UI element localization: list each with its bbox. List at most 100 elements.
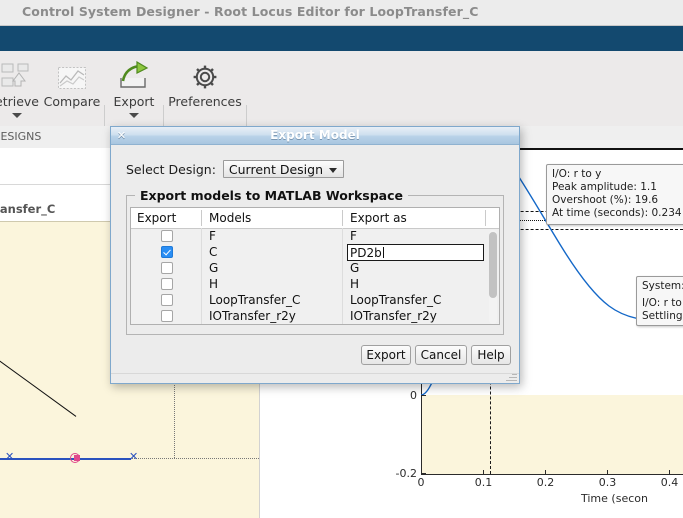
dialog-footer-divider bbox=[111, 373, 519, 374]
x-tick-label-0.3: 0.3 bbox=[598, 476, 617, 489]
table-row[interactable]: G G bbox=[131, 261, 499, 277]
root-locus-gain-square[interactable] bbox=[74, 455, 80, 461]
export-arrow-icon bbox=[118, 51, 150, 93]
chevron-down-icon-export[interactable] bbox=[129, 113, 139, 118]
table-column-divider-2 bbox=[342, 228, 343, 324]
x-tick-label-0.4: 0.4 bbox=[660, 476, 679, 489]
export-models-legend: Export models to MATLAB Workspace bbox=[135, 188, 408, 203]
header-divider-2 bbox=[342, 210, 343, 226]
x-tick-mark-0.3 bbox=[607, 470, 608, 475]
peak-response-datatip[interactable]: I/O: r to y Peak amplitude: 1.1 Overshoo… bbox=[546, 164, 683, 225]
table-row[interactable]: LoopTransfer_C LoopTransfer_C bbox=[131, 293, 499, 309]
root-locus-damping-line bbox=[0, 336, 77, 417]
toolbar-label-preferences: Preferences bbox=[168, 94, 242, 109]
gear-icon bbox=[191, 51, 219, 93]
datatip2-line3: Settling ti bbox=[642, 310, 683, 322]
export-as-text-value: PD2b bbox=[350, 245, 382, 260]
text-cursor bbox=[382, 247, 384, 258]
export-checkbox-F[interactable] bbox=[161, 230, 173, 242]
row-export-as[interactable]: F bbox=[350, 229, 357, 243]
column-header-models: Models bbox=[209, 211, 252, 225]
header-divider-1 bbox=[201, 210, 202, 226]
help-button-label: Help bbox=[477, 348, 505, 362]
select-design-value: Current Design bbox=[228, 161, 323, 177]
row-checkbox-cell bbox=[161, 246, 173, 258]
column-header-export: Export bbox=[137, 211, 177, 225]
toolbar-label-retrieve: etrieve bbox=[0, 94, 39, 109]
row-model-name: H bbox=[209, 277, 219, 291]
x-tick-label-0.1: 0.1 bbox=[474, 476, 493, 489]
y-tick-label-0: 0 bbox=[410, 389, 417, 402]
x-axis-label: Time (secon bbox=[581, 492, 648, 505]
export-as-text-input[interactable]: PD2b bbox=[347, 244, 484, 261]
toolbar-label-export: Export bbox=[113, 94, 155, 109]
export-checkbox-H[interactable] bbox=[161, 278, 173, 290]
export-checkbox-IOTransfer_r2y[interactable] bbox=[161, 310, 173, 322]
dialog-button-row: Export Cancel Help bbox=[111, 345, 519, 371]
dialog-resize-grip[interactable] bbox=[506, 370, 517, 381]
y-tick-mark-0 bbox=[421, 395, 426, 396]
toolbar-button-compare[interactable]: Compare bbox=[40, 51, 104, 126]
cancel-button-label: Cancel bbox=[420, 348, 462, 362]
row-export-as[interactable]: LoopTransfer_C bbox=[350, 293, 441, 307]
datatip1-line2: Peak amplitude: 1.1 bbox=[552, 181, 657, 193]
x-tick-label-0.2: 0.2 bbox=[536, 476, 555, 489]
x-tick-mark-0.2 bbox=[545, 470, 546, 475]
table-row[interactable]: H H bbox=[131, 277, 499, 293]
dialog-title: Export Model bbox=[270, 128, 360, 142]
x-tick-mark-0.1 bbox=[483, 470, 484, 475]
root-locus-branch bbox=[0, 458, 131, 460]
row-checkbox-cell bbox=[161, 262, 173, 274]
row-checkbox-cell bbox=[161, 230, 173, 242]
datatip1-line1: I/O: r to y bbox=[552, 168, 602, 180]
dialog-titlebar[interactable]: ✕ Export Model bbox=[111, 127, 519, 145]
row-checkbox-cell bbox=[161, 278, 173, 290]
root-locus-pole-marker-1: ✕ bbox=[5, 450, 15, 463]
export-checkbox-G[interactable] bbox=[161, 262, 173, 274]
header-divider-3 bbox=[485, 210, 486, 226]
row-model-name: F bbox=[209, 229, 216, 243]
root-locus-plot-title: r for LoopTransfer_C bbox=[0, 202, 56, 216]
x-tick-label-0: 0 bbox=[417, 476, 425, 489]
table-row[interactable]: F F bbox=[131, 229, 499, 245]
ribbon-tab-strip bbox=[0, 26, 683, 51]
dialog-body: Select Design: Current Design Export mod… bbox=[111, 145, 519, 383]
scrollbar-thumb[interactable] bbox=[489, 232, 497, 298]
cancel-button[interactable]: Cancel bbox=[415, 345, 467, 365]
x-tick-mark-0.4 bbox=[669, 470, 670, 475]
select-design-label: Select Design: bbox=[126, 161, 216, 177]
row-model-name: LoopTransfer_C bbox=[209, 293, 301, 307]
toolbar-button-preferences[interactable]: Preferences bbox=[165, 51, 245, 126]
table-row[interactable]: C PD2b bbox=[131, 244, 499, 261]
toolbar: etrieve Compare Export bbox=[0, 51, 683, 167]
row-export-as[interactable]: G bbox=[350, 261, 359, 275]
table-column-divider-1 bbox=[201, 228, 202, 324]
table-body: F F C PD2b G G H H LoopTransfer_C LoopTr… bbox=[131, 229, 499, 324]
settling-time-datatip[interactable]: System: I I/O: r to y Settling ti bbox=[636, 276, 683, 326]
select-design-dropdown[interactable]: Current Design bbox=[222, 160, 344, 178]
export-button-label: Export bbox=[366, 348, 406, 362]
export-checkbox-LoopTransfer_C[interactable] bbox=[161, 294, 173, 306]
table-row[interactable]: IOTransfer_r2y IOTransfer_r2y bbox=[131, 309, 499, 324]
chevron-down-icon-retrieve[interactable] bbox=[12, 113, 22, 118]
toolbar-button-export[interactable]: Export bbox=[106, 51, 162, 126]
column-header-export-as: Export as bbox=[350, 211, 407, 225]
datatip1-line3: Overshoot (%): 19.6 bbox=[552, 194, 659, 206]
compare-chart-icon bbox=[57, 51, 87, 93]
row-export-as[interactable]: H bbox=[350, 277, 359, 291]
row-checkbox-cell bbox=[161, 294, 173, 306]
help-button[interactable]: Help bbox=[471, 345, 511, 365]
export-models-table: Export Models Export as F F C PD2b G G H… bbox=[130, 207, 500, 325]
retrieve-icon bbox=[0, 51, 34, 93]
row-model-name: IOTransfer_r2y bbox=[209, 309, 296, 323]
row-model-name: C bbox=[209, 245, 218, 259]
datatip1-line4: At time (seconds): 0.234 bbox=[552, 207, 682, 219]
export-checkbox-C[interactable] bbox=[161, 246, 173, 258]
root-locus-pole-marker-2: ✕ bbox=[129, 450, 139, 463]
row-export-as[interactable]: IOTransfer_r2y bbox=[350, 309, 437, 323]
window-title: Control System Designer - Root Locus Edi… bbox=[22, 4, 479, 19]
export-button[interactable]: Export bbox=[361, 345, 411, 365]
datatip2-line1: System: I bbox=[642, 280, 683, 292]
table-vertical-scrollbar[interactable] bbox=[489, 230, 497, 324]
row-model-name: G bbox=[209, 261, 219, 275]
